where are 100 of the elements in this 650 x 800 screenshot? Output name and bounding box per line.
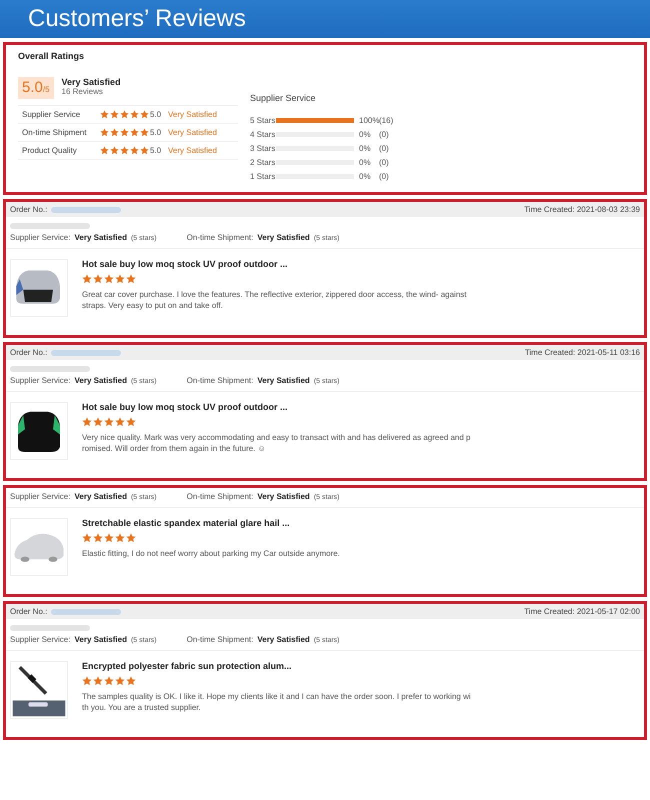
star-icon bbox=[93, 274, 103, 284]
star-icon bbox=[120, 128, 129, 137]
rating-label: On-time Shipment: bbox=[186, 233, 254, 242]
rating-value: Very Satisfied bbox=[257, 492, 310, 501]
rating-label: On-time Shipment: bbox=[186, 635, 254, 644]
rating-score: 5.0 bbox=[150, 110, 162, 119]
product-title-link[interactable]: Hot sale buy low moq stock UV proof outdoor ... bbox=[82, 402, 472, 412]
time-created: Time Created: 2021-05-11 03:16 bbox=[524, 348, 640, 357]
count-text: (0) bbox=[379, 172, 389, 180]
star-icon bbox=[110, 146, 119, 155]
star-level-label: 1 Stars bbox=[250, 172, 276, 180]
rating-label: On-time Shipment: bbox=[186, 492, 254, 501]
review-comment: Elastic fitting, I do not neef worry about parking my Car outside anymore. bbox=[82, 548, 341, 560]
section-title: Overall Ratings bbox=[18, 51, 86, 61]
product-thumbnail[interactable] bbox=[10, 661, 68, 719]
rating-value: Very Satisfied bbox=[257, 635, 310, 644]
rating-label: Supplier Service: bbox=[10, 492, 70, 501]
rating-score: 5.0 bbox=[150, 146, 162, 155]
star-icon bbox=[126, 676, 136, 686]
star-icon bbox=[140, 128, 149, 137]
product-thumbnail[interactable] bbox=[10, 402, 68, 460]
rating-label: Supplier Service: bbox=[10, 376, 70, 385]
star-icon bbox=[130, 146, 139, 155]
star-icon bbox=[120, 110, 129, 119]
product-title-link[interactable]: Encrypted polyester fabric sun protection alum... bbox=[82, 661, 472, 671]
star-icon bbox=[93, 533, 103, 543]
count-text: (0) bbox=[379, 144, 389, 152]
review-count: 16 Reviews bbox=[62, 87, 104, 96]
product-thumbnail[interactable] bbox=[10, 518, 68, 576]
count-text: (16) bbox=[379, 116, 394, 124]
percent-text: 100% bbox=[359, 116, 379, 124]
rating-value: Very Satisfied bbox=[257, 376, 310, 385]
star-icon bbox=[115, 417, 125, 427]
count-text: (0) bbox=[379, 130, 389, 138]
star-icon bbox=[82, 417, 92, 427]
order-label: Order No.: bbox=[10, 607, 48, 616]
star-level-label: 4 Stars bbox=[250, 130, 276, 138]
product-title-link[interactable]: Hot sale buy low moq stock UV proof outdoor ... bbox=[82, 259, 472, 269]
star-level-label: 5 Stars bbox=[250, 116, 276, 124]
order-label: Order No.: bbox=[10, 205, 48, 214]
star-icon bbox=[104, 274, 114, 284]
blurred-order-number bbox=[51, 608, 122, 614]
star-icon bbox=[104, 676, 114, 686]
rating-verdict: Very Satisfied bbox=[168, 128, 217, 137]
review-comment: Very nice quality. Mark was very accommodating and easy to transact with and has delivered as agreed and promised. Will order from them again in the future. ☺ bbox=[82, 432, 472, 454]
blurred-order-number bbox=[51, 350, 122, 356]
rating-value: Very Satisfied bbox=[74, 492, 127, 501]
star-level-label: 3 Stars bbox=[250, 144, 276, 152]
percent-text: 0% bbox=[359, 144, 372, 152]
rating-label: Supplier Service: bbox=[10, 635, 70, 644]
star-icon bbox=[140, 146, 149, 155]
star-icon bbox=[115, 533, 125, 543]
rating-verdict: Very Satisfied bbox=[168, 146, 217, 155]
star-icon bbox=[126, 533, 136, 543]
star-icon bbox=[110, 110, 119, 119]
time-created: Time Created: 2021-08-03 23:39 bbox=[524, 205, 640, 214]
star-icon bbox=[130, 110, 139, 119]
star-icon bbox=[82, 274, 92, 284]
rating-label: On-time Shipment: bbox=[186, 376, 254, 385]
score-badge: 5.0/5 bbox=[18, 77, 54, 99]
star-icon bbox=[82, 533, 92, 543]
star-icon bbox=[100, 110, 109, 119]
rating-label: Supplier Service bbox=[22, 110, 82, 119]
star-icon bbox=[126, 417, 136, 427]
star-icon bbox=[104, 417, 114, 427]
rating-verdict: Very Satisfied bbox=[62, 77, 121, 87]
rating-value: Very Satisfied bbox=[74, 233, 127, 242]
star-icon bbox=[100, 146, 109, 155]
star-icon bbox=[120, 146, 129, 155]
rating-verdict: Very Satisfied bbox=[168, 110, 217, 119]
review-comment: The samples quality is OK. I like it. Hope my clients like it and I can have the order soon. I prefer to working with you. You are a trusted supplier. bbox=[82, 691, 472, 714]
rating-label: Supplier Service: bbox=[10, 233, 70, 242]
star-icon bbox=[115, 274, 125, 284]
star-level-label: 2 Stars bbox=[250, 158, 276, 166]
percent-text: 0% bbox=[359, 172, 372, 180]
blurred-order-number bbox=[51, 206, 122, 212]
star-icon bbox=[110, 128, 119, 137]
percent-text: 0% bbox=[359, 158, 372, 166]
star-icon bbox=[93, 417, 103, 427]
product-thumbnail[interactable] bbox=[10, 259, 68, 317]
star-icon bbox=[140, 110, 149, 119]
count-text: (0) bbox=[379, 158, 389, 166]
star-icon bbox=[100, 128, 109, 137]
rating-score: 5.0 bbox=[150, 128, 162, 137]
order-label: Order No.: bbox=[10, 348, 48, 357]
rating-label: On-time Shipment bbox=[22, 128, 88, 137]
star-icon bbox=[93, 676, 103, 686]
star-icon bbox=[126, 274, 136, 284]
percent-text: 0% bbox=[359, 130, 372, 138]
star-icon bbox=[115, 676, 125, 686]
star-icon bbox=[130, 128, 139, 137]
time-created: Time Created: 2021-05-17 02:00 bbox=[524, 607, 640, 616]
star-icon bbox=[104, 533, 114, 543]
rating-value: Very Satisfied bbox=[74, 376, 127, 385]
review-comment: Great car cover purchase. I love the features. The reflective exterior, zippered door access, the wind- against straps. Very easy to put on and take off. bbox=[82, 289, 468, 312]
product-title-link[interactable]: Stretchable elastic spandex material glare hail ... bbox=[82, 518, 472, 528]
distribution-title: Supplier Service bbox=[250, 93, 317, 103]
rating-label: Product Quality bbox=[22, 146, 78, 155]
banner-title: Customers’ Reviews bbox=[28, 5, 246, 33]
star-icon bbox=[82, 676, 92, 686]
